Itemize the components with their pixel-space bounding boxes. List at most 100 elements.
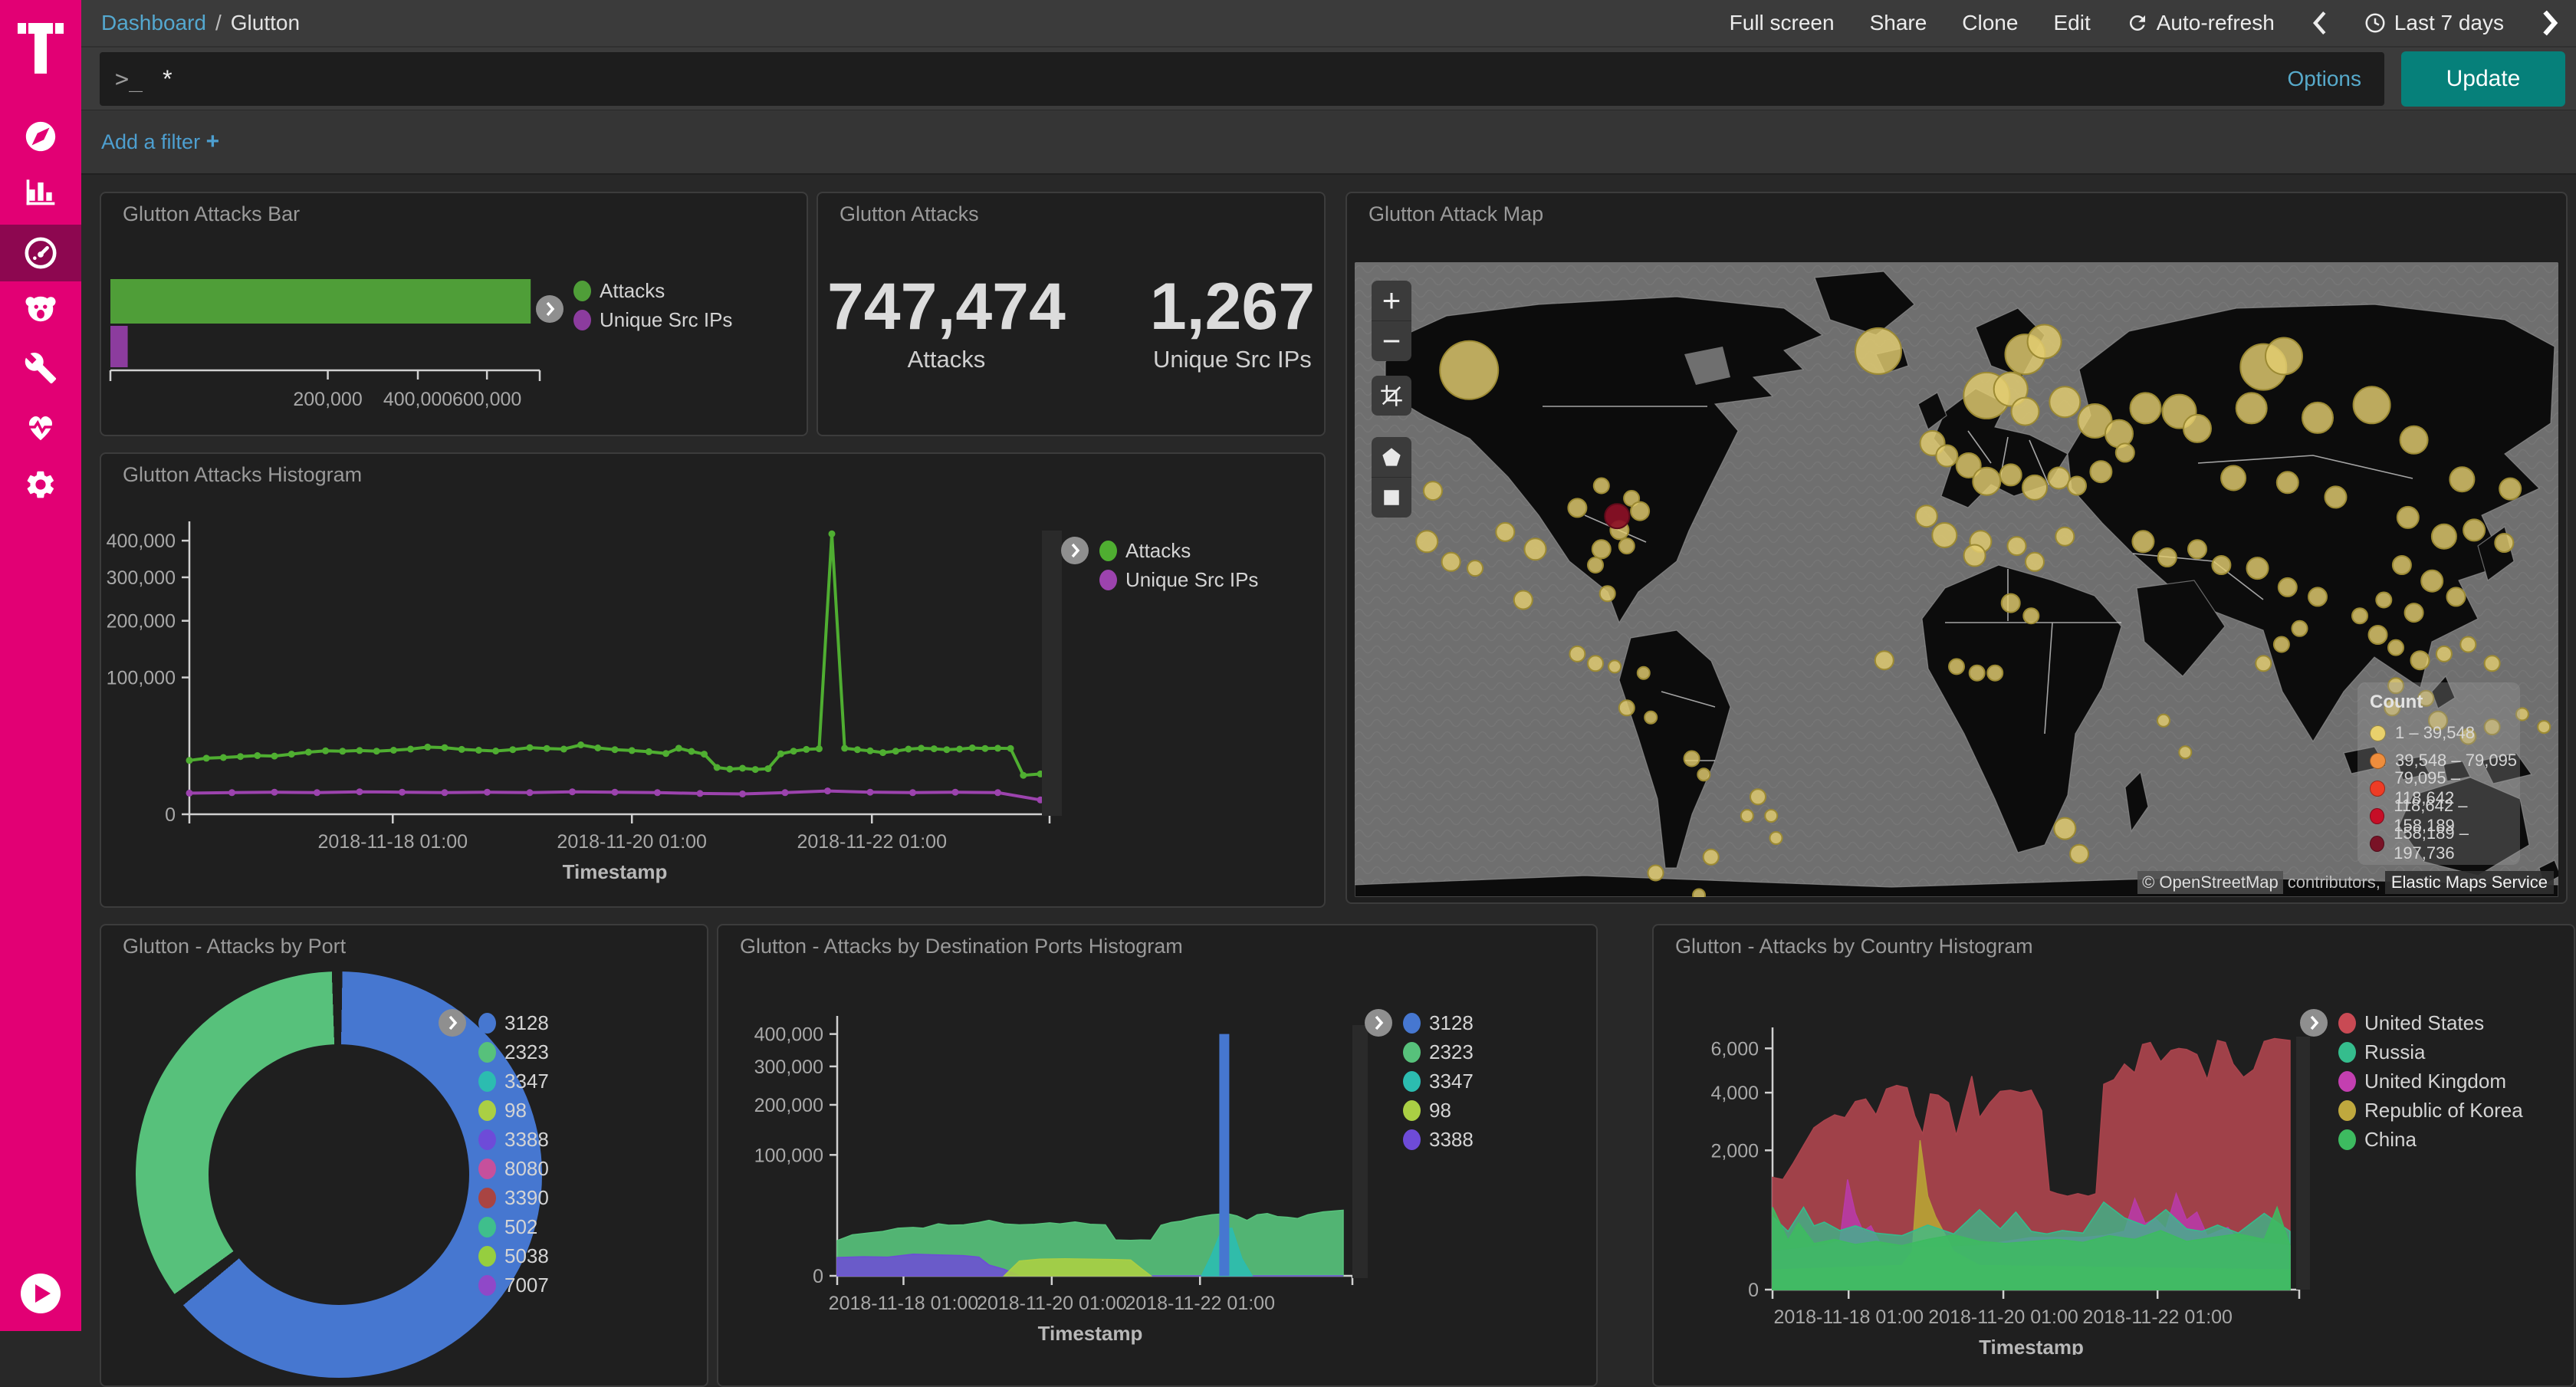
sidebar-collapse-button[interactable] [21, 1274, 61, 1313]
time-picker-button[interactable]: Last 7 days [2364, 11, 2504, 35]
attack-bubble[interactable] [1619, 700, 1635, 715]
attack-bubble[interactable] [1525, 538, 1546, 560]
attack-bubble[interactable] [1619, 538, 1635, 554]
panel-title[interactable]: Glutton - Attacks by Port [123, 935, 346, 958]
attack-bubble[interactable] [1467, 560, 1483, 576]
attack-bubble[interactable] [1594, 478, 1609, 494]
attack-bubble[interactable] [2432, 524, 2456, 549]
attack-bubble[interactable] [1648, 866, 1664, 881]
legend-item-2323[interactable]: 2323 [1403, 1037, 1474, 1067]
attack-bubble[interactable] [1741, 810, 1753, 822]
legend-item-attacks[interactable]: Attacks [573, 276, 732, 305]
attack-bubble[interactable] [2499, 478, 2521, 500]
attack-bubble[interactable] [1973, 468, 2000, 495]
panel-title[interactable]: Glutton Attacks Bar [123, 202, 300, 226]
attack-bubble[interactable] [2026, 553, 2044, 571]
attack-bubble[interactable] [2012, 398, 2039, 426]
attack-bubble[interactable] [2352, 608, 2367, 623]
attack-bubble[interactable] [1684, 751, 1700, 767]
fullscreen-button[interactable]: Full screen [1730, 11, 1835, 35]
attack-bubble[interactable] [1932, 523, 1957, 547]
legend-item-russia[interactable]: Russia [2338, 1037, 2523, 1067]
attack-bubble[interactable] [2131, 393, 2161, 423]
attack-bubble[interactable] [2292, 621, 2308, 636]
legend-toggle-button[interactable] [1365, 1009, 1392, 1037]
attack-bubble[interactable] [1644, 712, 1657, 724]
attack-bubble[interactable] [1704, 850, 1719, 865]
attack-bubble[interactable] [2183, 415, 2211, 442]
attack-bubble[interactable] [1638, 667, 1650, 679]
attack-bubble[interactable] [2158, 548, 2177, 567]
attack-bubble[interactable] [1416, 531, 1438, 552]
sidebar-item-monitoring[interactable] [0, 399, 81, 455]
attack-bubble[interactable] [2008, 537, 2026, 555]
osm-attribution-link[interactable]: © OpenStreetMap [2137, 871, 2283, 894]
chevron-right-icon[interactable] [2539, 9, 2559, 37]
attack-bubble[interactable] [2000, 464, 2022, 485]
edit-button[interactable]: Edit [2053, 11, 2090, 35]
attack-bubble[interactable] [2266, 338, 2302, 375]
attack-bubble[interactable] [2495, 534, 2513, 552]
zoom-out-button[interactable]: − [1372, 320, 1411, 361]
attack-bubble[interactable] [1569, 646, 1585, 662]
legend-item-2323[interactable]: 2323 [478, 1037, 549, 1067]
attack-bubble[interactable] [2405, 603, 2423, 622]
attack-bubble[interactable] [2369, 626, 2387, 644]
attack-bubble[interactable] [1588, 557, 1603, 573]
sidebar-item-dashboard[interactable] [0, 225, 81, 281]
panel-title[interactable]: Glutton Attacks [840, 202, 979, 226]
attack-bubble[interactable] [2376, 593, 2391, 608]
legend-item-3347[interactable]: 3347 [478, 1067, 549, 1096]
query-options-link[interactable]: Options [2288, 67, 2362, 91]
breadcrumb-dashboard-link[interactable]: Dashboard [101, 11, 206, 35]
attack-bubble[interactable] [2460, 637, 2476, 652]
attack-bubble[interactable] [2450, 467, 2474, 491]
legend-item-98[interactable]: 98 [478, 1096, 549, 1125]
legend-item-united-kingdom[interactable]: United Kingdom [2338, 1067, 2523, 1096]
attack-bubble[interactable] [2179, 746, 2191, 758]
polygon-draw-button[interactable] [1372, 437, 1411, 477]
legend-item-3388[interactable]: 3388 [1403, 1125, 1474, 1154]
legend-item-3388[interactable]: 3388 [478, 1125, 549, 1154]
attack-bubble[interactable] [1750, 789, 1766, 804]
attack-bubble[interactable] [2002, 594, 2020, 613]
attack-bubble[interactable] [1608, 660, 1621, 672]
attack-bubble[interactable] [1568, 498, 1586, 517]
legend-toggle-button[interactable] [1061, 537, 1089, 564]
legend-item-98[interactable]: 98 [1403, 1096, 1474, 1125]
attack-bubble[interactable] [2049, 386, 2080, 417]
attack-bubble[interactable] [1693, 889, 1705, 898]
attack-bubble[interactable] [1496, 523, 1514, 541]
attack-bubble[interactable] [1697, 768, 1710, 781]
attack-bubble[interactable] [2274, 637, 2289, 652]
attack-bubble[interactable] [1987, 666, 2003, 681]
crop-icon[interactable] [1372, 376, 1411, 416]
ems-attribution-link[interactable]: Elastic Maps Service [2385, 871, 2554, 894]
legend-item-3347[interactable]: 3347 [1403, 1067, 1474, 1096]
attack-bubble[interactable] [1631, 502, 1649, 521]
attack-bubble[interactable] [2463, 519, 2485, 541]
add-filter-link[interactable]: Add a filter + [101, 129, 219, 155]
attack-bubble[interactable] [2447, 587, 2466, 606]
attack-bubble[interactable] [2436, 646, 2452, 662]
attack-bubble[interactable] [2188, 540, 2206, 558]
legend-item-502[interactable]: 502 [478, 1212, 549, 1241]
attack-bubble[interactable] [2055, 528, 2074, 546]
attack-bubble[interactable] [2388, 640, 2404, 656]
attack-bubble[interactable] [2308, 587, 2327, 606]
update-button[interactable]: Update [2401, 51, 2565, 107]
sidebar-item-visualize[interactable] [0, 163, 81, 219]
attack-bubble[interactable] [1514, 591, 1533, 610]
legend-toggle-button[interactable] [439, 1009, 466, 1037]
attack-bubble[interactable] [1855, 328, 1901, 374]
attack-bubble[interactable] [1442, 553, 1460, 571]
attack-bubble[interactable] [2421, 570, 2443, 592]
attack-bubble-max[interactable] [1605, 504, 1629, 528]
attack-bubble[interactable] [2023, 608, 2039, 623]
sidebar-item-discover[interactable] [0, 108, 81, 165]
auto-refresh-button[interactable]: Auto-refresh [2126, 11, 2275, 35]
attack-bubble[interactable] [1936, 445, 1957, 467]
attack-bubble[interactable] [2277, 472, 2298, 493]
panel-title[interactable]: Glutton Attack Map [1368, 202, 1543, 226]
legend-toggle-button[interactable] [2300, 1009, 2328, 1037]
